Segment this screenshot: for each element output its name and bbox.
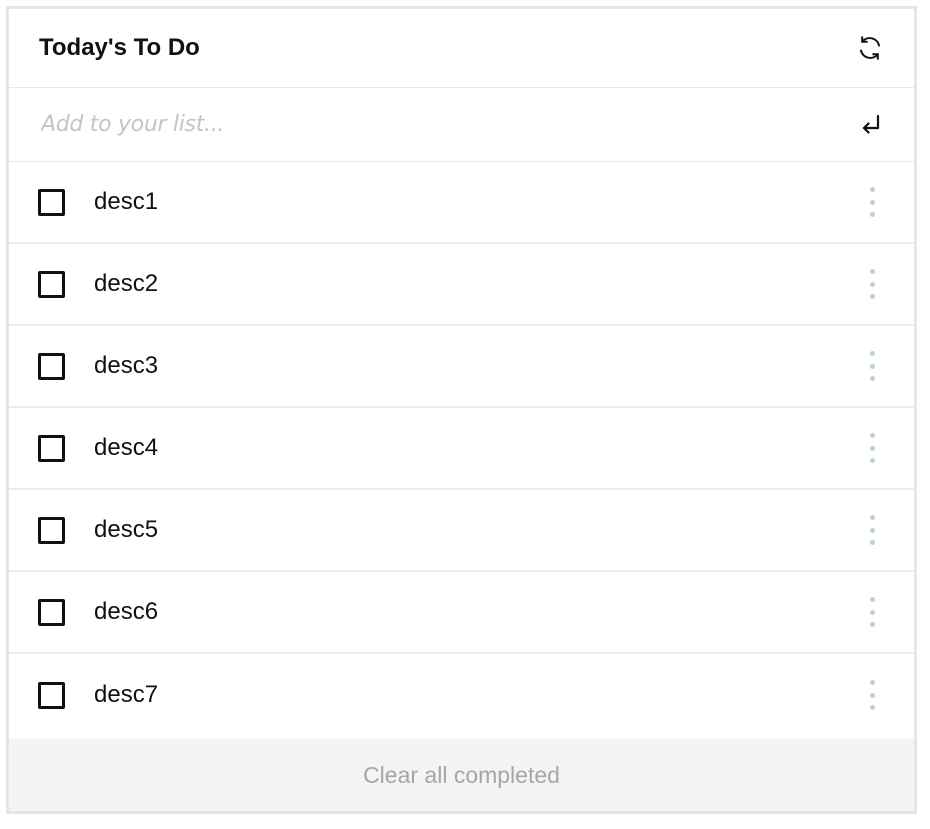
refresh-icon: [860, 36, 880, 60]
page-title: Today's To Do: [39, 34, 200, 61]
task-label: desc7: [94, 681, 159, 708]
task-label: desc5: [94, 516, 159, 543]
task-label: desc1: [94, 188, 159, 215]
task-list: desc1 desc2 desc3 desc4 desc5 desc6 desc…: [9, 162, 914, 736]
more-vertical-icon: [869, 187, 875, 192]
todo-footer: Clear all completed: [9, 739, 914, 811]
task-checkbox[interactable]: [38, 598, 65, 626]
more-vertical-icon: [869, 351, 875, 356]
task-checkbox[interactable]: [38, 352, 65, 380]
task-item: desc1: [9, 162, 914, 244]
more-vertical-icon: [869, 515, 875, 520]
task-item: desc2: [9, 244, 914, 326]
clear-completed-button[interactable]: Clear all completed: [363, 762, 560, 789]
task-menu-button[interactable]: [862, 678, 882, 712]
task-checkbox[interactable]: [38, 270, 65, 298]
task-menu-button[interactable]: [862, 431, 882, 465]
task-label: desc6: [94, 598, 159, 625]
task-item: desc4: [9, 408, 914, 490]
task-checkbox[interactable]: [38, 434, 65, 462]
enter-return-icon: [862, 114, 880, 134]
todo-header: Today's To Do: [9, 9, 914, 88]
task-item: desc7: [9, 654, 914, 736]
task-label: desc4: [94, 434, 159, 461]
task-menu-button[interactable]: [862, 185, 882, 219]
task-checkbox[interactable]: [38, 188, 65, 216]
task-item: desc5: [9, 490, 914, 572]
add-task-submit-button[interactable]: [856, 110, 886, 140]
more-vertical-icon: [869, 680, 875, 685]
todo-card: Today's To Do desc1: [6, 6, 917, 814]
task-item: desc3: [9, 326, 914, 408]
task-menu-button[interactable]: [862, 267, 882, 301]
task-label: desc2: [94, 270, 159, 297]
more-vertical-icon: [869, 433, 875, 438]
task-checkbox[interactable]: [38, 516, 65, 544]
task-menu-button[interactable]: [862, 513, 882, 547]
task-checkbox[interactable]: [38, 681, 65, 709]
refresh-button[interactable]: [854, 32, 886, 64]
add-task-row: [9, 88, 914, 162]
add-task-input[interactable]: [41, 112, 801, 137]
task-label: desc3: [94, 352, 159, 379]
task-item: desc6: [9, 572, 914, 654]
more-vertical-icon: [869, 597, 875, 602]
more-vertical-icon: [869, 269, 875, 274]
task-menu-button[interactable]: [862, 349, 882, 383]
task-menu-button[interactable]: [862, 595, 882, 629]
